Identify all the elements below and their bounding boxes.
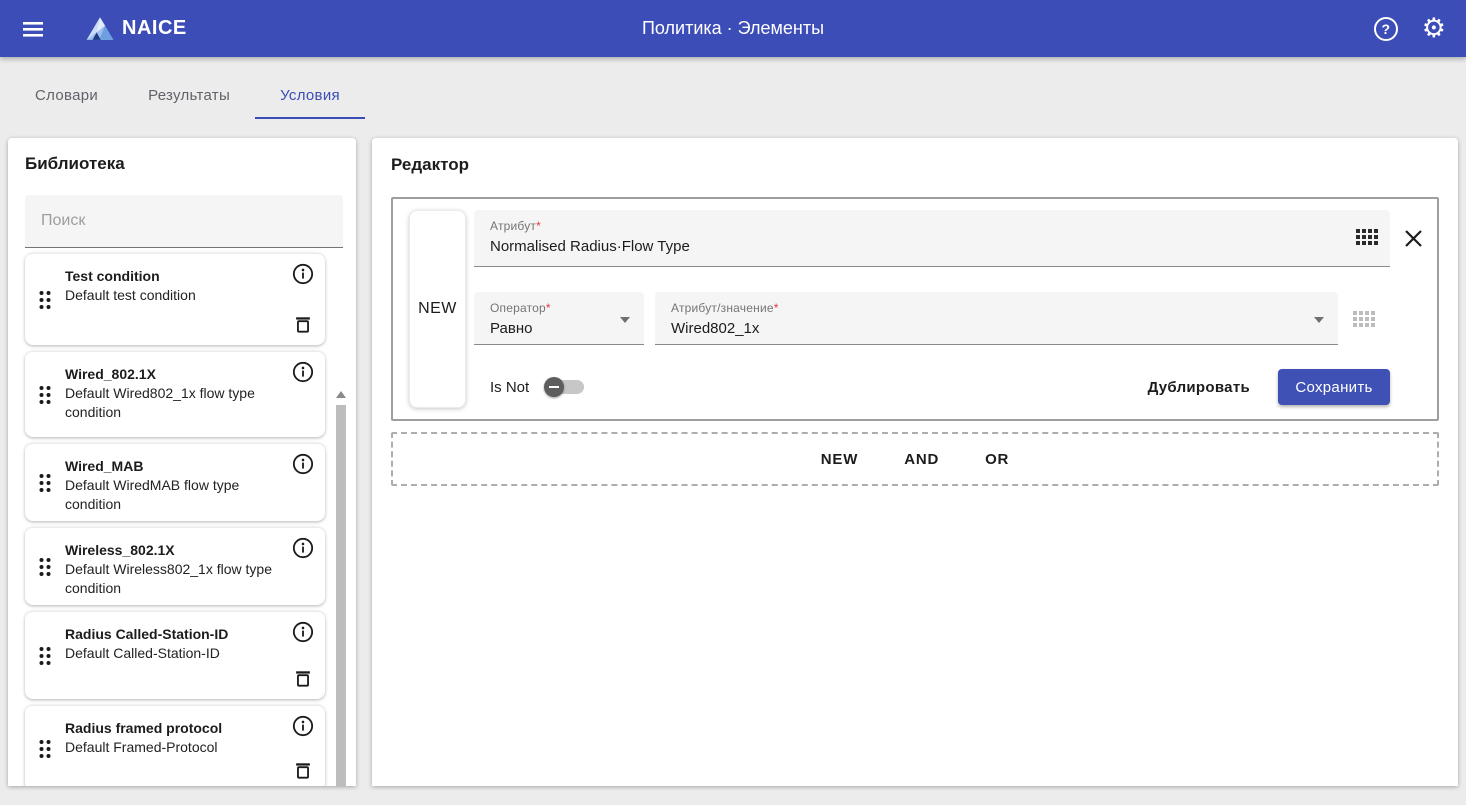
attribute-field[interactable]: Атрибут* Normalised Radius·Flow Type (474, 210, 1390, 267)
attribute-label: Атрибут (490, 219, 536, 233)
drag-handle-icon[interactable] (25, 706, 65, 786)
drag-handle-icon[interactable] (25, 254, 65, 345)
app-name: NAICE (122, 17, 187, 40)
value-select[interactable]: Атрибут/значение* Wired802_1x (655, 292, 1338, 345)
value-picker-grid-icon[interactable] (1353, 311, 1375, 327)
app-logo-icon (85, 15, 115, 43)
hamburger-icon (21, 17, 45, 41)
scroll-up-arrow-icon[interactable] (336, 391, 346, 398)
content-area: Библиотека Test condition Default (0, 119, 1466, 786)
info-icon[interactable] (292, 453, 314, 475)
delete-icon[interactable] (292, 668, 314, 690)
item-title: Radius Called-Station-ID (65, 625, 281, 644)
settings-gear-icon[interactable]: ⚙ (1422, 15, 1446, 42)
is-not-toggle[interactable] (544, 377, 584, 397)
add-new-button[interactable]: NEW (813, 445, 866, 474)
list-item[interactable]: Radius Called-Station-ID Default Called-… (25, 611, 325, 699)
item-description: Default Called-Station-ID (65, 644, 281, 663)
item-title: Wireless_802.1X (65, 541, 281, 560)
info-icon[interactable] (292, 361, 314, 383)
info-icon[interactable] (292, 621, 314, 643)
required-asterisk: * (536, 219, 541, 233)
top-bar: NAICE Политика · Элементы ? ⚙ (0, 0, 1466, 57)
item-title: Wired_802.1X (65, 365, 281, 384)
library-panel: Библиотека Test condition Default (8, 138, 356, 786)
value-label: Атрибут/значение (671, 301, 774, 315)
app-root: NAICE Политика · Элементы ? ⚙ Словари Ре… (0, 0, 1466, 805)
scrollbar-thumb[interactable] (336, 405, 346, 786)
tab-results[interactable]: Результаты (123, 87, 255, 119)
delete-icon[interactable] (292, 314, 314, 336)
drag-handle-icon[interactable] (25, 444, 65, 521)
menu-icon[interactable] (20, 16, 46, 42)
condition-editor-card: NEW Атрибут* Normalised Radius·Flow Type (391, 197, 1439, 421)
top-bar-actions: ? ⚙ (1374, 15, 1446, 42)
drag-handle-icon[interactable] (25, 612, 65, 699)
tab-bar: Словари Результаты Условия (0, 57, 1466, 119)
close-icon[interactable] (1404, 229, 1423, 248)
editor-title: Редактор (391, 155, 1439, 175)
condition-new-badge: NEW (409, 210, 466, 408)
attribute-value: Normalised Radius·Flow Type (490, 238, 1374, 255)
delete-icon[interactable] (292, 760, 314, 782)
library-title: Библиотека (25, 154, 339, 174)
required-asterisk: * (546, 301, 551, 315)
chevron-down-icon (1314, 317, 1324, 323)
add-or-button[interactable]: OR (977, 445, 1017, 474)
save-button[interactable]: Сохранить (1278, 369, 1390, 405)
tab-conditions[interactable]: Условия (255, 87, 365, 119)
info-icon[interactable] (292, 715, 314, 737)
item-title: Wired_MAB (65, 457, 281, 476)
operator-select[interactable]: Оператор* Равно (474, 292, 644, 345)
list-item[interactable]: Wired_802.1X Default Wired802_1x flow ty… (25, 351, 325, 437)
item-description: Default Wired802_1x flow type condition (65, 384, 281, 422)
duplicate-button[interactable]: Дублировать (1138, 371, 1260, 404)
item-description: Default Framed-Protocol (65, 738, 281, 757)
app-logo: NAICE (85, 15, 187, 43)
operator-value: Равно (490, 320, 628, 337)
item-description: Default WiredMAB flow type condition (65, 476, 281, 514)
value-value: Wired802_1x (671, 320, 1322, 337)
list-item[interactable]: Wired_MAB Default WiredMAB flow type con… (25, 443, 325, 521)
help-icon[interactable]: ? (1374, 17, 1398, 41)
add-condition-zone: NEW AND OR (391, 432, 1439, 486)
list-item[interactable]: Radius framed protocol Default Framed-Pr… (25, 705, 325, 786)
drag-handle-icon[interactable] (25, 352, 65, 437)
info-icon[interactable] (292, 263, 314, 285)
tab-dictionaries[interactable]: Словари (10, 87, 123, 119)
add-and-button[interactable]: AND (896, 445, 947, 474)
required-asterisk: * (774, 301, 779, 315)
list-item[interactable]: Wireless_802.1X Default Wireless802_1x f… (25, 527, 325, 605)
item-description: Default Wireless802_1x flow type conditi… (65, 560, 281, 598)
library-list: Test condition Default test condition (25, 253, 325, 786)
toggle-thumb-minus-icon (544, 377, 564, 397)
is-not-label: Is Not (490, 379, 529, 396)
list-item[interactable]: Test condition Default test condition (25, 253, 325, 345)
drag-handle-icon[interactable] (25, 528, 65, 605)
search-input[interactable] (41, 212, 327, 230)
library-scrollbar[interactable] (335, 388, 347, 786)
attribute-picker-grid-icon[interactable] (1356, 229, 1378, 245)
editor-panel: Редактор NEW Атрибут* Normalised Radius·… (372, 138, 1458, 786)
info-icon[interactable] (292, 537, 314, 559)
item-title: Radius framed protocol (65, 719, 281, 738)
item-description: Default test condition (65, 286, 281, 305)
library-search[interactable] (25, 195, 343, 248)
operator-label: Оператор (490, 301, 546, 315)
page-title: Политика · Элементы (0, 18, 1466, 39)
chevron-down-icon (620, 317, 630, 323)
item-title: Test condition (65, 267, 281, 286)
